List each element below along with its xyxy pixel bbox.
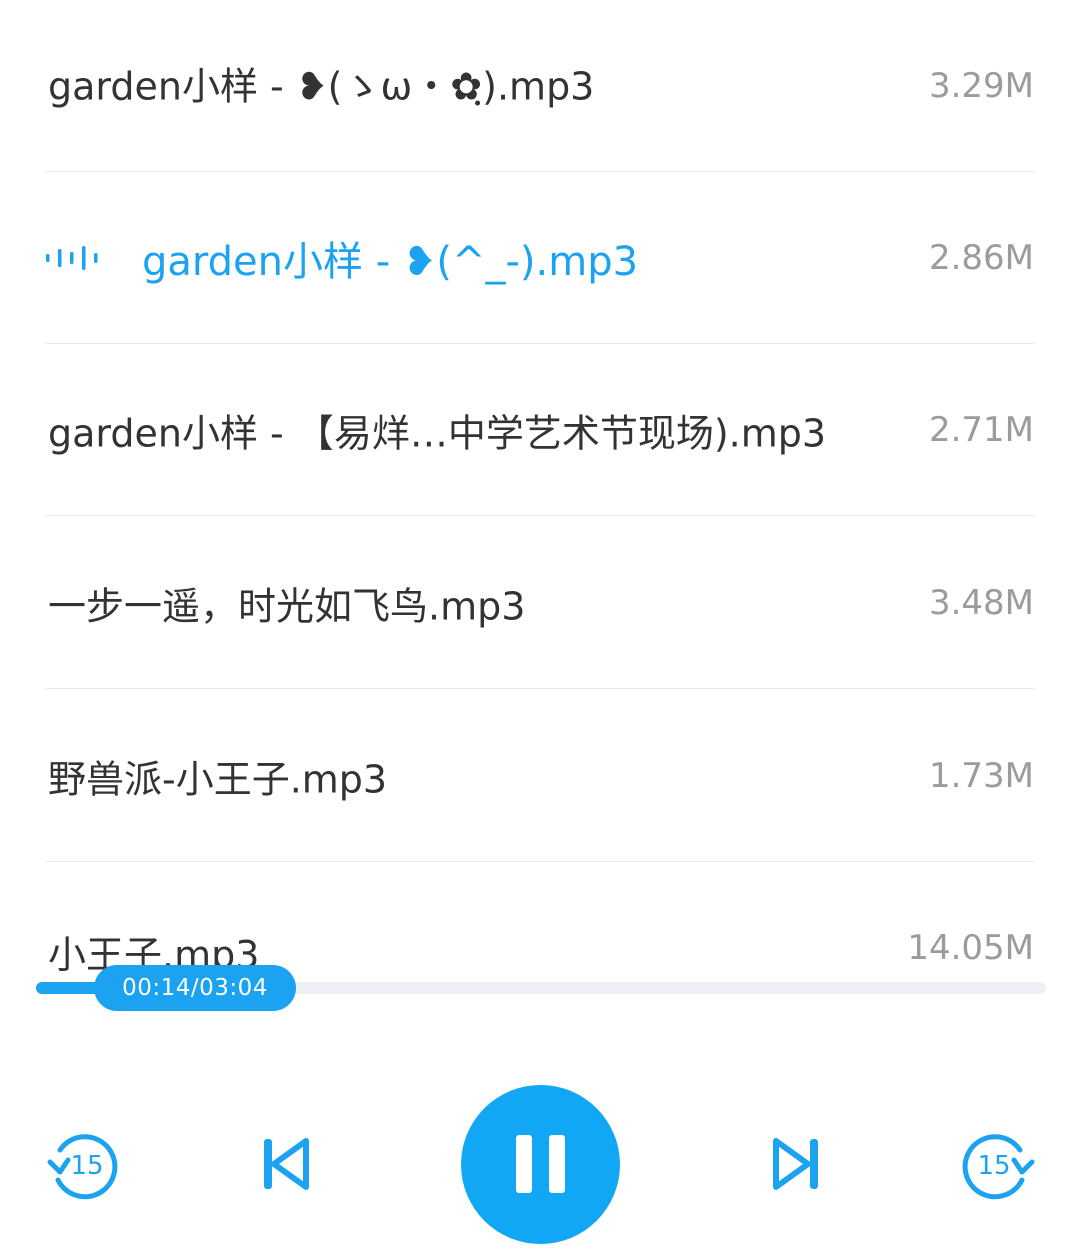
pause-button[interactable] (461, 1085, 620, 1244)
track-name: garden小样 - ❥(ゝω・✿ฺ).mp3 (48, 64, 595, 108)
file-size: 14.05M (907, 928, 1034, 968)
next-track-button[interactable] (772, 1137, 820, 1191)
list-item[interactable]: garden小样 - ❥(ゝω・✿ฺ).mp3 3.29M (46, 0, 1034, 172)
file-size: 3.29M (928, 65, 1034, 106)
track-name: garden小样 - 【易烊…中学艺术节现场).mp3 (48, 411, 827, 455)
skip-forward-15-button[interactable]: 15 (960, 1128, 1036, 1202)
list-item[interactable]: 一步一遥，时光如飞鸟.mp3 3.48M (46, 517, 1034, 689)
equalizer-icon (46, 245, 98, 270)
file-size: 2.71M (928, 409, 1034, 450)
file-size: 1.73M (928, 755, 1034, 796)
previous-track-icon (264, 1138, 309, 1190)
next-track-icon (773, 1138, 818, 1190)
pause-icon-bar (549, 1135, 565, 1193)
pause-icon (516, 1135, 532, 1193)
track-name: 野兽派-小王子.mp3 (48, 757, 388, 801)
file-size: 3.48M (928, 582, 1034, 623)
file-size: 2.86M (928, 237, 1034, 278)
progress-thumb-time[interactable]: 00:14/03:04 (94, 965, 296, 1011)
previous-track-button[interactable] (262, 1137, 310, 1191)
rewind-15-icon: 15 (47, 1134, 118, 1200)
list-item[interactable]: garden小样 - 【易烊…中学艺术节现场).mp3 2.71M (46, 344, 1034, 516)
list-item-now-playing[interactable]: garden小样 - ❥(^_-).mp3 2.86M (46, 172, 1034, 344)
forward-15-icon: 15 (962, 1134, 1035, 1200)
skip-back-seconds: 15 (70, 1151, 103, 1181)
skip-forward-seconds: 15 (977, 1151, 1010, 1181)
track-name: 一步一遥，时光如飞鸟.mp3 (48, 584, 526, 628)
skip-back-15-button[interactable]: 15 (46, 1128, 120, 1202)
track-name: garden小样 - ❥(^_-).mp3 (142, 238, 639, 285)
list-item[interactable]: 野兽派-小王子.mp3 1.73M (46, 690, 1034, 862)
